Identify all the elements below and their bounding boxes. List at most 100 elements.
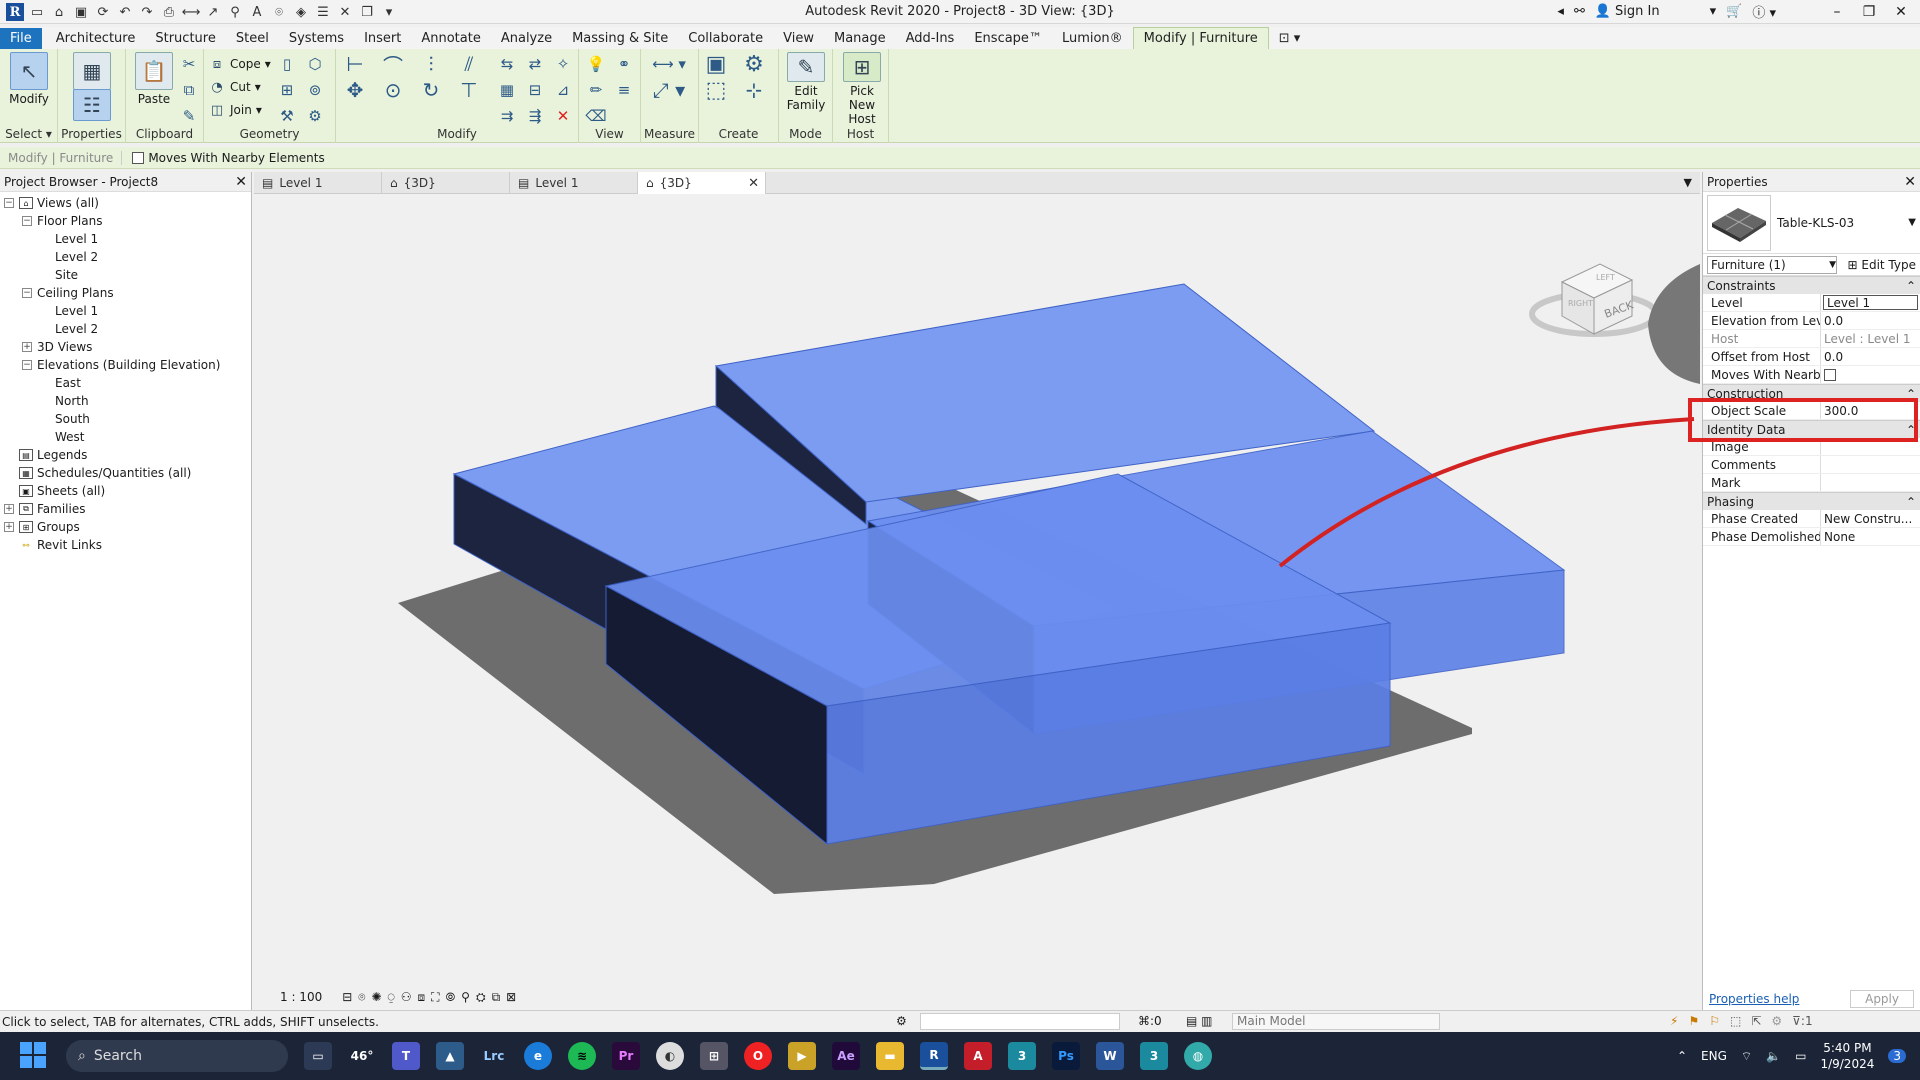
expand-icon[interactable]: + [4, 504, 14, 514]
constraints-icon[interactable]: ⊠ [506, 990, 516, 1004]
pin-icon[interactable]: ⊿ [552, 79, 574, 101]
split-gap-icon[interactable]: ⇶ [524, 105, 546, 127]
select-links-icon[interactable]: ⚡ [1670, 1014, 1678, 1028]
text-icon[interactable]: A [248, 3, 266, 21]
property-checkbox[interactable] [1824, 368, 1836, 381]
select-underlay-icon[interactable]: ⚑ [1688, 1014, 1699, 1028]
browser-node[interactable]: East [0, 374, 251, 392]
linework-icon[interactable]: ✏ [585, 79, 607, 101]
close-icon[interactable]: ✕ [235, 174, 247, 190]
properties-help-link[interactable]: Properties help [1709, 992, 1799, 1006]
measure-between-icon[interactable]: ⟷ ▾ [647, 53, 691, 75]
cut-geometry-button[interactable]: ◔ Cut ▾ [208, 76, 260, 98]
tab-insert[interactable]: Insert [354, 28, 411, 49]
spotify-icon[interactable]: ≋ [568, 1042, 596, 1070]
cart-icon[interactable]: 🛒 [1726, 4, 1742, 19]
property-value[interactable]: Level 1 [1823, 295, 1918, 310]
browser-node[interactable]: ⚯ Revit Links [0, 536, 251, 554]
collapse-icon[interactable]: − [22, 216, 32, 226]
media-player-icon[interactable]: ▶ [788, 1042, 816, 1070]
pick-new-host-button[interactable]: ⊞ Pick New Host [836, 52, 888, 126]
eraser-icon[interactable]: ⌫ [585, 105, 607, 127]
crop-view-icon[interactable]: ⧈ [418, 990, 426, 1005]
copy-modify-icon[interactable]: ⇆ [496, 53, 518, 75]
detail-level-icon[interactable]: ⊟ [342, 990, 352, 1004]
premiere-icon[interactable]: Pr [612, 1042, 640, 1070]
property-value[interactable]: None [1821, 528, 1920, 545]
align-icon[interactable]: ⊢ [344, 52, 366, 76]
move-icon[interactable]: ✥ [344, 78, 366, 102]
delete-icon[interactable]: ✕ [552, 105, 574, 127]
property-category[interactable]: Phasing ⌃ [1703, 492, 1920, 510]
tag-icon[interactable]: ⚲ [226, 3, 244, 21]
browser-node[interactable]: ▤ Legends [0, 446, 251, 464]
main-model-select[interactable]: Main Model [1232, 1013, 1440, 1030]
create-parts-icon[interactable]: ⚙ [743, 52, 765, 77]
measure-icon[interactable]: ⟷ [182, 3, 201, 21]
dropdown-icon[interactable]: ▾ [1710, 4, 1717, 19]
unpin-icon[interactable]: ✧ [552, 53, 574, 75]
sun-path-icon[interactable]: ✺ [371, 990, 381, 1004]
browser-globe-icon[interactable]: ◍ [1184, 1042, 1212, 1070]
browser-node[interactable]: − ⌂ Views (all) [0, 194, 251, 212]
notification-badge[interactable]: 3 [1888, 1049, 1906, 1063]
override-graphics-icon[interactable]: ⚭ [613, 53, 635, 75]
cut-clipboard-icon[interactable]: ✂ [178, 53, 200, 75]
tab-lumion[interactable]: Lumion® [1052, 28, 1133, 49]
browser-node[interactable]: − Floor Plans [0, 212, 251, 230]
dimension-icon[interactable]: ↗ [204, 3, 222, 21]
mirror-draw-icon[interactable]: ⫽ [458, 52, 480, 76]
aligned-dimension-icon[interactable]: ⤢ ▾ [647, 78, 691, 102]
model-canvas[interactable]: BACK LEFT RIGHT [254, 194, 1700, 1002]
3dsmax-icon[interactable]: 3 [1008, 1042, 1036, 1070]
after-effects-icon[interactable]: Ae [832, 1042, 860, 1070]
collapse-category-icon[interactable]: ⌃ [1906, 279, 1916, 293]
weather-icon[interactable]: 46° [348, 1042, 376, 1070]
section-icon[interactable]: ◈ [292, 3, 310, 21]
browser-node[interactable]: + ⧉ Families [0, 500, 251, 518]
cope-button[interactable]: ⧈ Cope ▾ [208, 53, 271, 75]
tab-enscape[interactable]: Enscape™ [964, 28, 1052, 49]
sign-in-button[interactable]: 👤 Sign In [1595, 4, 1660, 19]
property-value[interactable] [1821, 456, 1920, 473]
browser-node[interactable]: ▣ Sheets (all) [0, 482, 251, 500]
visual-style-icon[interactable]: ⌾ [358, 990, 365, 1005]
mirror-pick-icon[interactable]: ⫶ [420, 52, 442, 76]
property-value[interactable]: 0.0 [1821, 312, 1920, 329]
view-tab-level-1[interactable]: ▤ Level 1 [254, 172, 382, 194]
collapse-category-icon[interactable]: ⌃ [1906, 495, 1916, 509]
trim-extend-icon[interactable]: ⇉ [496, 105, 518, 127]
revit-taskbar-icon[interactable]: R [920, 1042, 948, 1070]
browser-node[interactable]: West [0, 428, 251, 446]
property-value[interactable] [1821, 366, 1920, 383]
close-icon[interactable]: ✕ [1904, 174, 1916, 190]
tray-overflow-icon[interactable]: ⌃ [1677, 1049, 1687, 1063]
background-process-icon[interactable]: ⚙ [1771, 1014, 1782, 1028]
viewcube[interactable]: BACK LEFT RIGHT [1529, 263, 1659, 337]
temporary-hide-icon[interactable]: ⦾ [446, 990, 456, 1005]
save-icon[interactable]: ▣ [72, 3, 90, 21]
3d-viewport[interactable]: BACK LEFT RIGHT [254, 194, 1700, 1002]
help-icon[interactable]: ⓘ ▾ [1752, 2, 1776, 21]
browser-node[interactable]: +3D Views [0, 338, 251, 356]
lightbulb-icon[interactable]: 💡 [585, 53, 607, 75]
language-indicator[interactable]: ENG [1701, 1049, 1727, 1063]
tab-file[interactable]: File [0, 28, 42, 49]
tab-structure[interactable]: Structure [145, 28, 225, 49]
collapse-icon[interactable]: − [4, 198, 14, 208]
steam-icon[interactable]: ◐ [656, 1042, 684, 1070]
close-tab-icon[interactable]: ✕ [748, 176, 759, 191]
battery-icon[interactable]: ▭ [1795, 1049, 1806, 1063]
close-button[interactable]: ✕ [1890, 4, 1912, 20]
tab-steel[interactable]: Steel [226, 28, 279, 49]
browser-node[interactable]: Level 2 [0, 248, 251, 266]
property-value[interactable] [1821, 474, 1920, 491]
tab-annotate[interactable]: Annotate [411, 28, 490, 49]
apply-button[interactable]: Apply [1850, 990, 1914, 1008]
browser-node[interactable]: Level 1 [0, 302, 251, 320]
hammer-icon[interactable]: ⚙ [304, 105, 326, 127]
design-options-icon[interactable]: ▤ ▥ [1186, 1014, 1213, 1028]
worksets-icon[interactable]: ⚙ [896, 1014, 907, 1028]
view-scale[interactable]: 1 : 100 [280, 990, 322, 1004]
create-similar-icon[interactable]: ⊹ [743, 78, 765, 102]
